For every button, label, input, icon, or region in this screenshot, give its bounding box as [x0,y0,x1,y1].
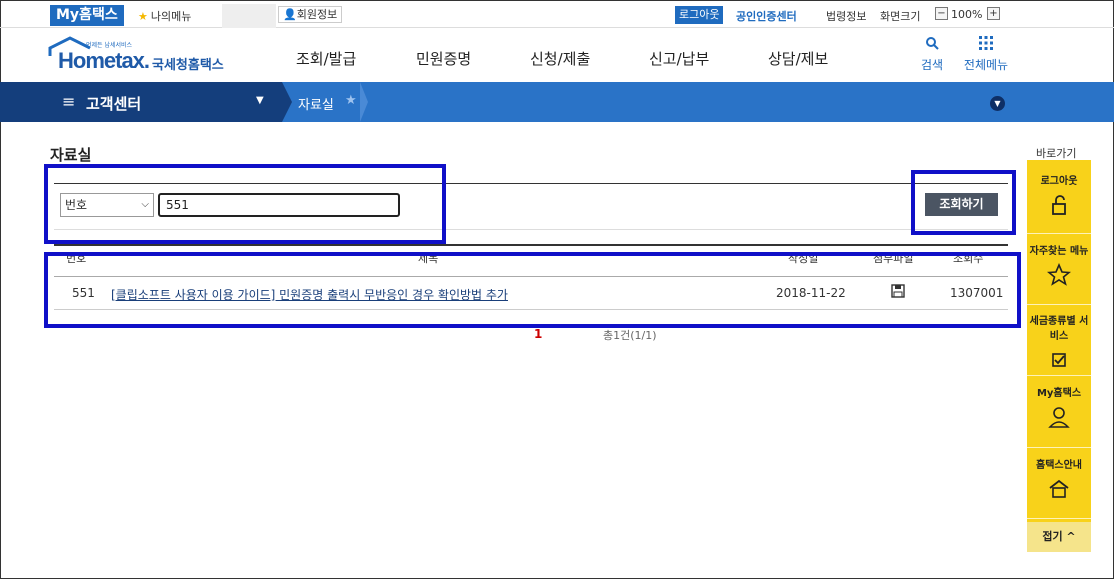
quick-divider [1027,233,1091,234]
lock-icon [1052,195,1066,215]
star-icon: ★ [138,10,148,23]
all-menu-button[interactable]: 전체메뉴 [958,36,1014,73]
section-title: 고객센터 [86,95,142,113]
breadcrumb-page[interactable]: 자료실 [298,94,334,113]
my-menu-link[interactable]: ★ 나의메뉴 [138,8,191,24]
star-icon [1047,263,1071,286]
quick-my-hometax[interactable]: My홈택스 [1027,384,1091,429]
my-hometax-link[interactable]: My홈택스 [50,5,124,26]
logo-korean: 국세청홈택스 [152,58,224,73]
zoom-level: 100% [951,8,983,21]
member-info-label: 회원정보 [296,8,338,21]
quick-divider [1027,447,1091,448]
location-bar: ≡ 고객센터 ▼ 자료실 ★ ▼ [0,82,1114,122]
nav-civil-certificate[interactable]: 민원증명 [416,48,471,69]
screen-size-label: 화면크기 [880,10,921,23]
search-icon [918,36,946,56]
quick-favorites[interactable]: 자주찾는 메뉴 [1027,242,1091,287]
quick-divider [1027,304,1091,305]
top-utility-bar: My홈택스 ★ 나의메뉴 👤회원정보 로그아웃 공인인증센터 법령정보 화면크기 … [0,0,1114,28]
member-info-button[interactable]: 👤회원정보 [278,6,343,23]
person-icon: 👤 [283,8,297,21]
user-icon [1048,407,1070,428]
quick-menu-title: 바로가기 [1036,147,1077,160]
my-menu-label: 나의메뉴 [150,10,192,23]
cert-center-link[interactable]: 공인인증센터 [736,8,797,24]
zoom-out-button[interactable]: − [935,7,948,20]
search-label: 검색 [920,58,944,72]
annotation-box-query-button [911,170,1016,235]
all-menu-label: 전체메뉴 [963,58,1009,72]
quick-divider [1027,375,1091,376]
quick-guide[interactable]: 홈택스안내 [1027,456,1091,501]
zoom-in-button[interactable]: + [987,7,1000,20]
hamburger-icon: ≡ [62,92,76,111]
chevron-down-icon[interactable]: ▼ [990,96,1005,111]
annotation-box-search [44,164,446,244]
quick-logout-label: 로그아웃 [1040,176,1078,187]
logout-button[interactable]: 로그아웃 [675,6,724,24]
logo-wordmark: Hometax. [58,48,150,73]
nav-consult-report[interactable]: 상담/제보 [768,48,828,69]
quick-logout[interactable]: 로그아웃 [1027,172,1091,217]
grid-icon [958,36,1014,56]
pagination-info: 총1건(1/1) [603,329,657,342]
table-top-border [54,244,1008,246]
search-button[interactable]: 검색 [918,36,946,73]
guide-icon [1049,479,1069,498]
breadcrumb-separator [360,82,368,122]
header: 언제든 납세서비스 Hometax. 국세청홈택스 조회/발급 민원증명 신청/… [0,28,1114,82]
quick-favorites-label: 자주찾는 메뉴 [1029,246,1089,257]
quick-tax-services-label: 세금종류별 서비스 [1029,316,1089,342]
annotation-box-results [44,252,1021,328]
caret-down-icon: ▼ [256,95,264,106]
breadcrumb-arrow [282,82,292,122]
page-title: 자료실 [50,146,92,164]
pagination-current-page[interactable]: 1 [534,327,542,341]
legal-info-link[interactable]: 법령정보 [826,8,866,24]
quick-divider [1027,518,1091,519]
nav-report-pay[interactable]: 신고/납부 [649,48,709,69]
favorite-star-icon[interactable]: ★ [345,93,357,108]
hometax-logo[interactable]: 언제든 납세서비스 Hometax. 국세청홈택스 [48,34,238,78]
section-selector[interactable]: ≡ 고객센터 ▼ [0,82,282,122]
masked-username [222,4,276,28]
quick-guide-label: 홈택스안내 [1036,460,1082,471]
quick-my-hometax-label: My홈택스 [1036,388,1082,399]
quick-tax-services[interactable]: 세금종류별 서비스 [1027,312,1091,372]
nav-inquiry-issue[interactable]: 조회/발급 [296,48,356,69]
quick-fold-button[interactable]: 접기 ^ [1027,522,1091,552]
quick-menu: 로그아웃 자주찾는 메뉴 세금종류별 서비스 My홈택스 홈택스안내 접기 ^ [1027,160,1091,552]
checkbox-icon [1052,353,1066,367]
nav-apply-submit[interactable]: 신청/제출 [530,48,590,69]
